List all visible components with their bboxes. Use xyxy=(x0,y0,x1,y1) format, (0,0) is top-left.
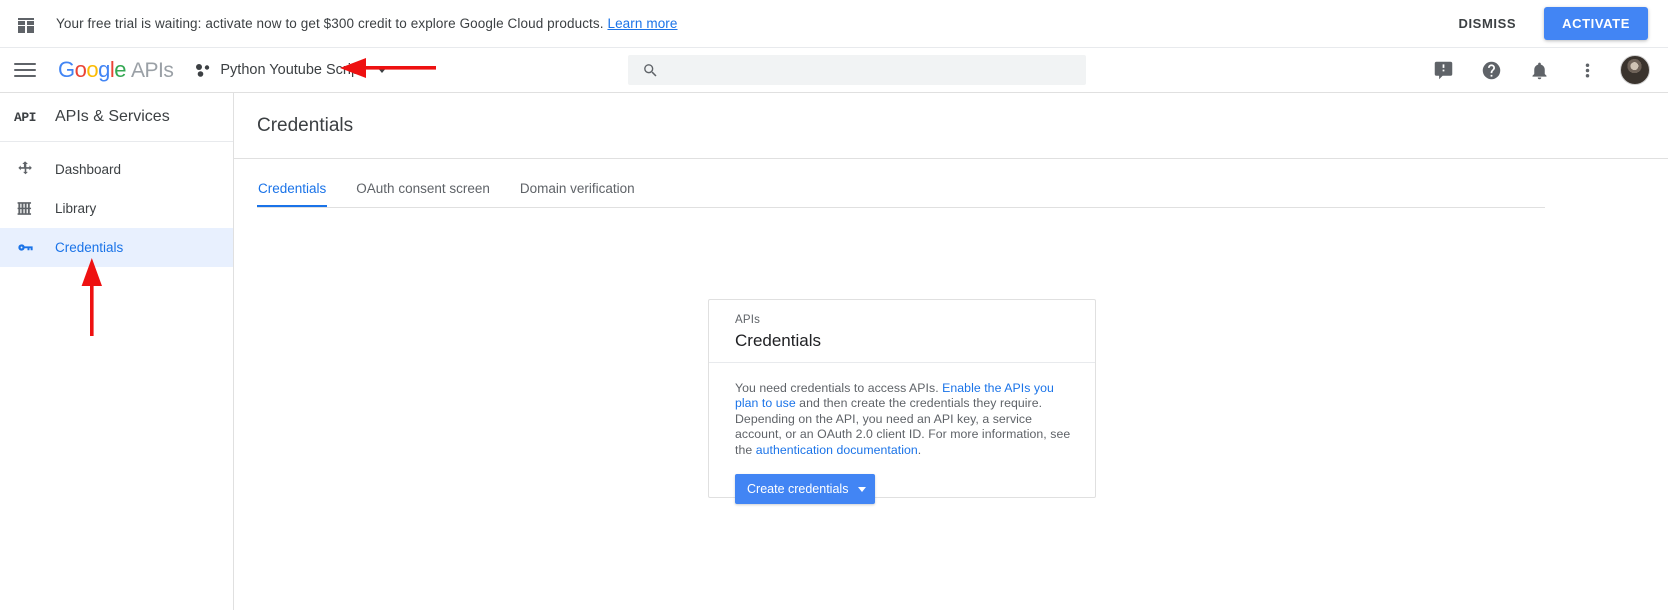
logo-apis-word: APIs xyxy=(131,59,174,82)
key-icon xyxy=(12,238,38,257)
sidebar: API APIs & Services Dashboard Library Cr… xyxy=(0,93,234,610)
api-product-mark-icon: API xyxy=(14,109,36,125)
card-eyebrow: APIs xyxy=(735,314,761,326)
learn-more-link[interactable]: Learn more xyxy=(607,16,677,31)
page-title: Credentials xyxy=(257,115,354,136)
app-bar-actions xyxy=(1426,53,1650,87)
tab-oauth-consent-screen[interactable]: OAuth consent screen xyxy=(355,169,491,207)
tabs-divider xyxy=(257,207,1545,208)
card-description-part1: You need credentials to access APIs. xyxy=(735,381,943,395)
dismiss-button[interactable]: DISMISS xyxy=(1448,8,1526,39)
dashboard-icon xyxy=(12,160,38,179)
create-credentials-button[interactable]: Create credentials xyxy=(735,474,876,505)
sidebar-item-library[interactable]: Library xyxy=(0,189,233,228)
trial-message: Your free trial is waiting: activate now… xyxy=(56,16,678,31)
card-header: APIs Credentials xyxy=(709,300,1095,363)
search-input[interactable] xyxy=(671,62,1051,78)
project-dots-icon xyxy=(196,63,210,77)
banner-actions: DISMISS ACTIVATE xyxy=(1448,7,1648,40)
sidebar-item-dashboard[interactable]: Dashboard xyxy=(0,150,233,189)
sidebar-title: APIs & Services xyxy=(55,108,170,125)
dropdown-caret-icon xyxy=(858,486,867,492)
help-icon[interactable] xyxy=(1474,53,1508,87)
sidebar-item-dashboard-label: Dashboard xyxy=(55,162,122,177)
title-divider xyxy=(234,158,1668,159)
card-description-part3: . xyxy=(917,442,922,457)
main-content: Credentials Credentials OAuth consent sc… xyxy=(234,93,1668,610)
more-options-icon[interactable] xyxy=(1570,53,1604,87)
tab-domain-verification[interactable]: Domain verification xyxy=(519,169,636,207)
authentication-documentation-link[interactable]: authentication documentation xyxy=(756,443,918,457)
free-trial-banner: Your free trial is waiting: activate now… xyxy=(0,0,1668,48)
project-name-label: Python Youtube Script xyxy=(220,62,364,78)
notifications-bell-icon[interactable] xyxy=(1522,53,1556,87)
chevron-down-icon xyxy=(377,67,388,73)
credentials-card: APIs Credentials You need credentials to… xyxy=(708,299,1096,505)
google-apis-logo[interactable]: Google APIs xyxy=(58,57,174,83)
avatar[interactable] xyxy=(1620,55,1650,85)
sidebar-header: API APIs & Services xyxy=(0,93,233,142)
search-icon xyxy=(644,63,657,77)
feedback-icon[interactable] xyxy=(1426,53,1460,87)
sidebar-item-library-label: Library xyxy=(55,201,97,216)
card-description: You need credentials to access APIs. Ena… xyxy=(735,381,1071,458)
activate-button[interactable]: ACTIVATE xyxy=(1544,7,1648,40)
search-bar[interactable] xyxy=(628,55,1086,85)
project-selector[interactable]: Python Youtube Script xyxy=(191,58,391,83)
library-icon xyxy=(12,199,38,218)
sidebar-nav-list: Dashboard Library Credentials xyxy=(0,142,233,267)
trial-message-text: Your free trial is waiting: activate now… xyxy=(56,16,604,31)
gift-icon xyxy=(18,17,34,33)
create-credentials-label: Create credentials xyxy=(747,482,849,497)
sidebar-item-credentials-label: Credentials xyxy=(55,240,124,255)
sidebar-item-credentials[interactable]: Credentials xyxy=(0,228,233,267)
hamburger-menu-icon[interactable] xyxy=(14,59,36,81)
tab-bar: Credentials OAuth consent screen Domain … xyxy=(257,169,1668,207)
card-body: You need credentials to access APIs. Ena… xyxy=(709,363,1095,505)
card-heading: Credentials xyxy=(735,331,821,350)
tab-credentials[interactable]: Credentials xyxy=(257,169,328,207)
